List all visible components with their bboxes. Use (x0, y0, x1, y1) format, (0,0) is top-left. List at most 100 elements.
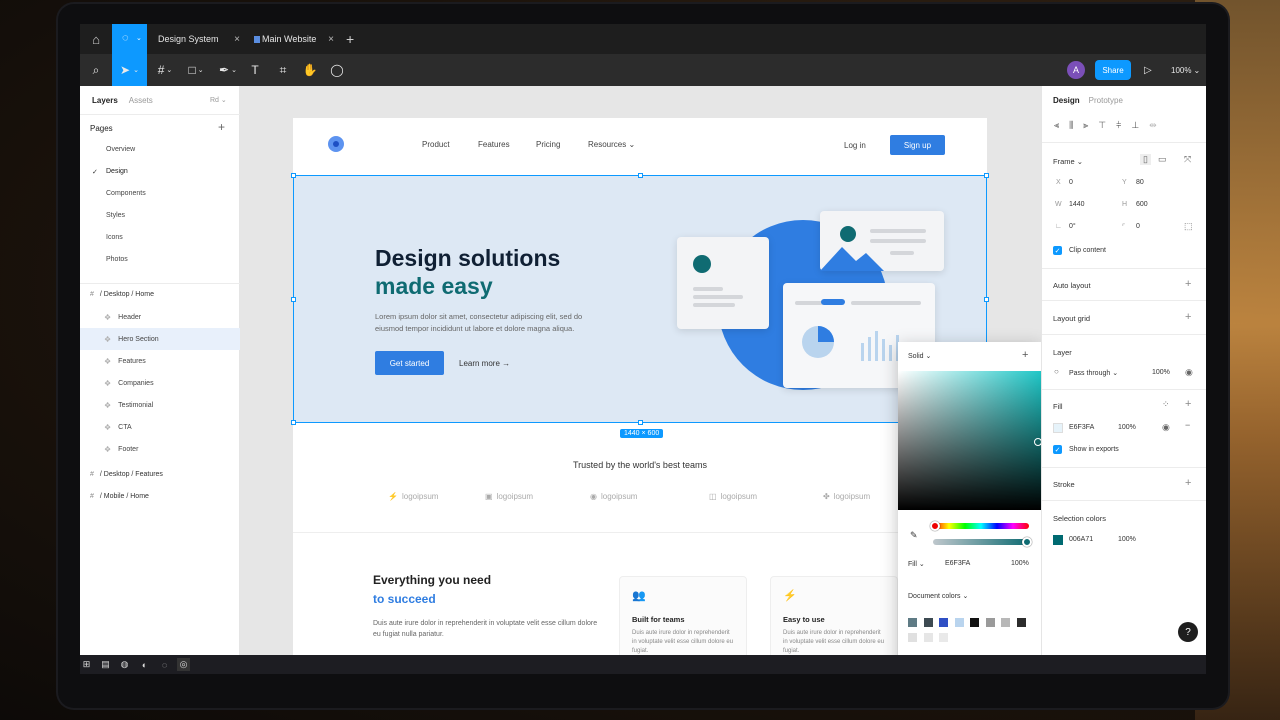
clip-content-checkbox[interactable]: ✓ (1053, 246, 1062, 255)
edge-icon[interactable]: ◐ (138, 658, 151, 671)
nav-product[interactable]: Product (422, 140, 450, 149)
hue-slider[interactable] (933, 523, 1029, 529)
color-swatch[interactable] (954, 618, 964, 627)
page-item-photos[interactable]: Photos (106, 256, 128, 263)
pen-tool-button[interactable]: ✒ ⌄ (214, 54, 242, 86)
color-swatch[interactable] (970, 618, 979, 627)
align-middle-icon[interactable]: ⫩ (1116, 120, 1121, 131)
move-tool-button[interactable]: ➤ ⌄ (112, 54, 147, 86)
avatar[interactable]: A (1067, 61, 1085, 79)
layer-frame-desktop-home[interactable]: # / Desktop / Home (90, 291, 154, 298)
resize-fit-icon[interactable]: ⤧ (1184, 154, 1191, 165)
windows-start-icon[interactable]: ⊞ (80, 658, 93, 671)
x-input[interactable]: 0 (1069, 179, 1073, 186)
page-selector[interactable]: Rd ⌄ (210, 96, 227, 104)
color-swatch[interactable] (939, 618, 948, 627)
layer-frame-mobile-home[interactable]: # / Mobile / Home (90, 493, 149, 500)
height-input[interactable]: 600 (1136, 201, 1148, 208)
fill-mode-dropdown[interactable]: Fill ⌄ (908, 560, 925, 568)
selection-color-swatch[interactable] (1053, 535, 1063, 545)
color-swatch[interactable] (1001, 618, 1010, 627)
style-grid-icon[interactable]: ⁘ (1162, 399, 1170, 410)
add-color-button[interactable]: + (1022, 349, 1028, 361)
nav-pricing[interactable]: Pricing (536, 140, 560, 149)
website-frame[interactable]: Product Features Pricing Resources ⌄ Log… (293, 118, 987, 674)
nav-resources[interactable]: Resources ⌄ (588, 140, 635, 149)
fill-opacity-input[interactable]: 100% (1118, 424, 1136, 431)
page-item-styles[interactable]: Styles (106, 212, 125, 219)
add-auto-layout-button[interactable]: + (1185, 278, 1191, 290)
resources-icon[interactable]: ⌗ (274, 54, 292, 86)
zoom-dropdown[interactable]: 100% ⌄ (1171, 54, 1200, 86)
add-page-button[interactable]: + (218, 120, 225, 134)
close-icon[interactable]: × (234, 34, 240, 45)
layer-frame-desktop-features[interactable]: # / Desktop / Features (90, 471, 163, 478)
color-swatch[interactable] (908, 618, 917, 627)
play-icon[interactable]: ▷ (1144, 54, 1152, 86)
layer-item-footer[interactable]: ❖ Footer (80, 438, 240, 460)
hex-input[interactable]: E6F3FA (945, 560, 970, 567)
color-swatch[interactable] (923, 618, 933, 627)
comment-icon[interactable]: ◯ (328, 54, 346, 86)
document-colors-dropdown[interactable]: Document colors ⌄ (908, 592, 968, 600)
layer-item-features[interactable]: ❖ Features (80, 350, 240, 372)
tab-prototype[interactable]: Prototype (1089, 96, 1123, 105)
color-swatch[interactable] (1016, 618, 1026, 627)
fill-type-dropdown[interactable]: Solid ⌄ (908, 352, 931, 360)
eye-icon[interactable]: ◉ (1162, 422, 1170, 433)
layer-item-header[interactable]: ❖ Header (80, 306, 240, 328)
independent-corners-icon[interactable]: ⬚ (1184, 221, 1193, 232)
frame-tool-button[interactable]: # ⌄ (152, 54, 178, 86)
eye-icon[interactable]: ◉ (1185, 367, 1193, 378)
file-explorer-icon[interactable]: ▤ (99, 658, 112, 671)
layer-item-companies[interactable]: ❖ Companies (80, 372, 240, 394)
page-item-overview[interactable]: Overview (106, 146, 135, 153)
learn-more-link[interactable]: Learn more → (459, 359, 510, 368)
layer-opacity-input[interactable]: 100% (1152, 369, 1170, 376)
landscape-icon[interactable]: ▭ (1158, 154, 1167, 165)
show-in-exports-checkbox[interactable]: ✓ (1053, 445, 1062, 454)
tab-layers[interactable]: Layers (92, 96, 118, 105)
get-started-button[interactable]: Get started (375, 351, 444, 375)
color-swatch[interactable] (939, 633, 948, 642)
align-left-icon[interactable]: ⫷ (1054, 120, 1059, 131)
radius-input[interactable]: 0 (1136, 223, 1140, 230)
color-swatch[interactable] (985, 618, 995, 627)
signup-button[interactable]: Sign up (890, 135, 945, 155)
tab-design[interactable]: Design (1053, 96, 1080, 105)
hand-icon[interactable]: ✋ (301, 54, 319, 86)
selection-color-hex[interactable]: 006A71 (1069, 536, 1093, 543)
width-input[interactable]: 1440 (1069, 201, 1085, 208)
new-tab-button[interactable]: + (346, 24, 354, 54)
y-input[interactable]: 80 (1136, 179, 1144, 186)
help-button[interactable]: ? (1178, 622, 1198, 642)
figma-app-icon[interactable]: ◌ (158, 658, 171, 671)
tab-main-website[interactable]: Main Website × (254, 24, 334, 54)
page-item-design[interactable]: Design (106, 168, 128, 175)
color-swatch[interactable] (923, 633, 933, 642)
eyedropper-icon[interactable]: ✎ (910, 530, 918, 541)
add-layout-grid-button[interactable]: + (1185, 311, 1191, 323)
align-right-icon[interactable]: ⫸ (1083, 120, 1088, 131)
nav-features[interactable]: Features (478, 140, 510, 149)
layer-item-testimonial[interactable]: ❖ Testimonial (80, 394, 240, 416)
chrome-icon[interactable]: ◍ (118, 658, 131, 671)
layer-item-hero-section[interactable]: ❖ Hero Section (80, 328, 240, 350)
hue-knob[interactable] (930, 521, 940, 531)
layer-item-cta[interactable]: ❖ CTA (80, 416, 240, 438)
hero-section[interactable]: Design solutions made easy Lorem ipsum d… (293, 175, 987, 423)
search-icon[interactable]: ⌕ (86, 54, 106, 86)
page-item-icons[interactable]: Icons (106, 234, 123, 241)
shape-tool-button[interactable]: □ ⌄ (183, 54, 209, 86)
distribute-icon[interactable]: ⇹ (1149, 120, 1157, 131)
portrait-icon[interactable]: ▯ (1140, 154, 1151, 165)
align-top-icon[interactable]: ⊤ (1098, 120, 1106, 131)
color-swatch[interactable] (908, 633, 917, 642)
saturation-area[interactable] (898, 371, 1041, 510)
align-center-icon[interactable]: ⫼ (1069, 120, 1073, 131)
share-button[interactable]: Share (1095, 60, 1131, 80)
page-item-components[interactable]: Components (106, 190, 146, 197)
tab-design-system[interactable]: Design System × (158, 24, 240, 54)
opacity-input[interactable]: 100% (1011, 560, 1029, 567)
main-menu-button[interactable]: ◌ ⌄ (112, 24, 147, 54)
